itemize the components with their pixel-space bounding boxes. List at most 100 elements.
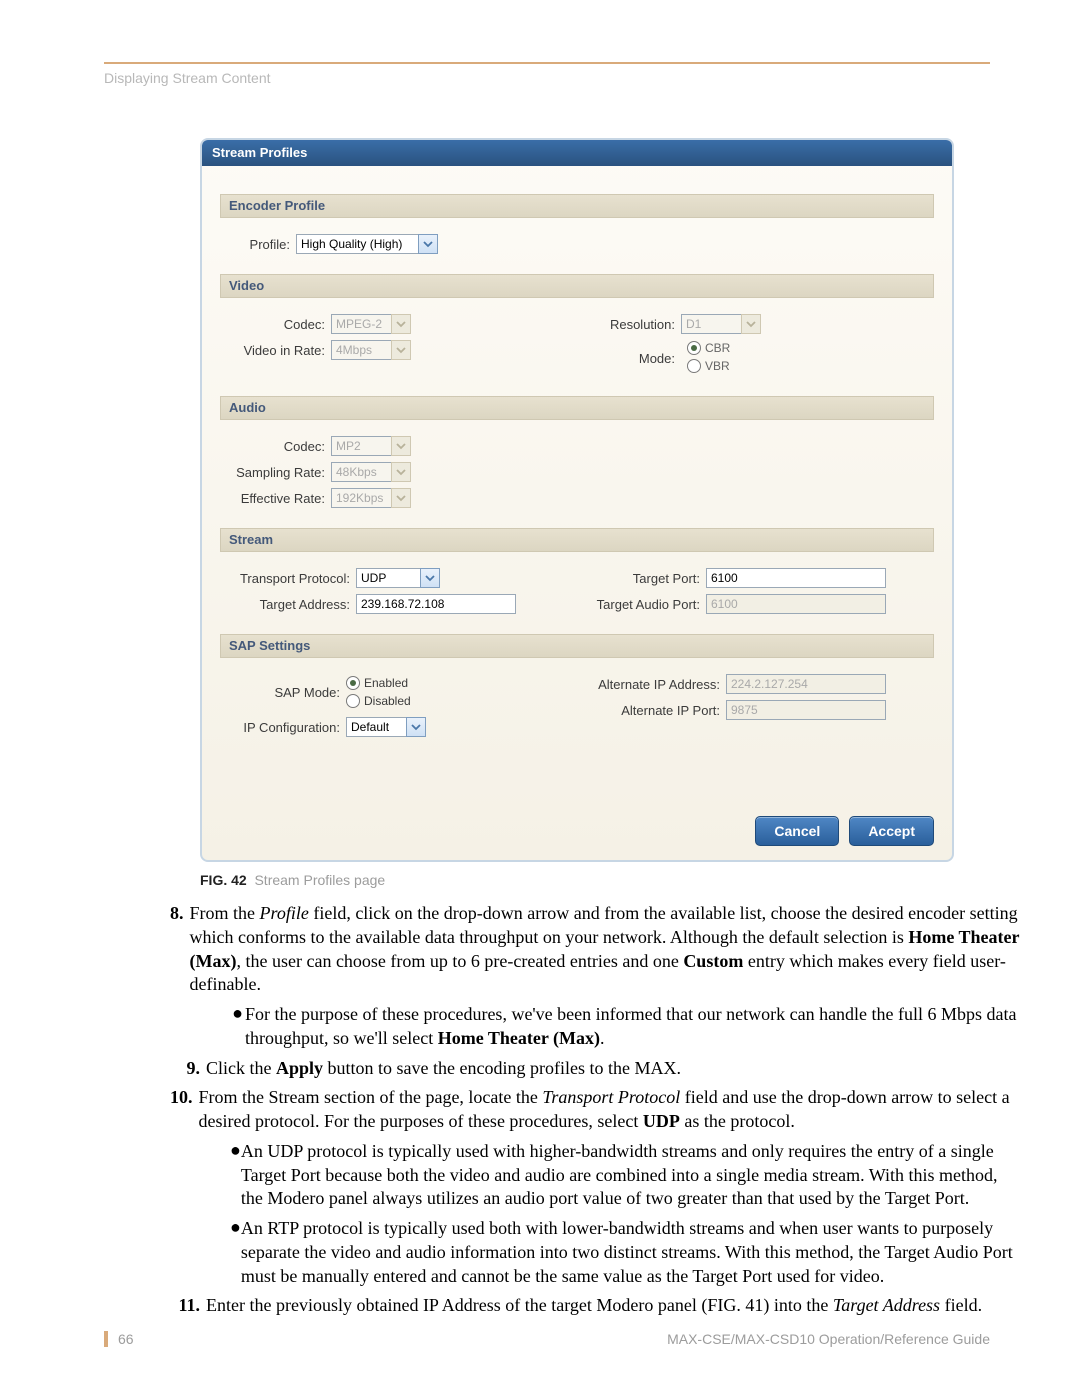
profile-dropdown[interactable] [296,234,438,254]
audio-codec-dropdown[interactable] [331,436,411,456]
bullet-text: An UDP protocol is typically used with h… [241,1140,1020,1211]
protocol-value[interactable] [356,568,420,588]
mode-vbr-radio[interactable]: VBR [687,359,730,373]
altport-label: Alternate IP Port: [580,703,726,718]
sap-enabled-label: Enabled [364,676,408,690]
audio-codec-label: Codec: [230,439,331,454]
altport-field [726,700,886,720]
chevron-down-icon [391,340,411,360]
video-rate-label: Video in Rate: [230,343,331,358]
video-rate-dropdown[interactable] [331,340,411,360]
bullet-text: For the purpose of these procedures, we'… [245,1003,1020,1051]
step-number: 8. [170,902,190,997]
target-port-value[interactable] [706,568,886,588]
target-audio-value [706,594,886,614]
chevron-down-icon[interactable] [420,568,440,588]
chevron-down-icon [391,462,411,482]
ipconf-dropdown[interactable] [346,717,426,737]
resolution-value [681,314,741,334]
chevron-down-icon[interactable] [418,234,438,254]
sampling-value [331,462,391,482]
chevron-down-icon [391,314,411,334]
target-port-label: Target Port: [580,571,706,586]
stream-heading: Stream [220,528,934,552]
video-codec-label: Codec: [230,317,331,332]
bullet-item: ●An UDP protocol is typically used with … [230,1140,1020,1211]
stream-profiles-panel: Stream Profiles Encoder Profile Profile:… [200,138,954,862]
audio-codec-value [331,436,391,456]
altip-field [726,674,886,694]
bullet-icon: ● [230,1140,241,1211]
mode-cbr-label: CBR [705,341,730,355]
effective-value [331,488,391,508]
guide-title: MAX-CSE/MAX-CSD10 Operation/Reference Gu… [667,1331,990,1347]
step-text: From the Stream section of the page, loc… [199,1086,1021,1134]
figure-caption: FIG. 42 Stream Profiles page [200,872,990,888]
effective-label: Effective Rate: [230,491,331,506]
figure-number: FIG. 42 [200,872,247,888]
chevron-down-icon [391,488,411,508]
protocol-label: Transport Protocol: [230,571,356,586]
panel-title: Stream Profiles [202,140,952,166]
mode-cbr-radio[interactable]: CBR [687,341,730,355]
mode-label: Mode: [580,351,681,366]
audio-heading: Audio [220,396,934,420]
page-number: 66 [104,1331,134,1347]
step-10: 10. From the Stream section of the page,… [170,1086,1020,1134]
ipconf-label: IP Configuration: [230,720,346,735]
resolution-label: Resolution: [580,317,681,332]
protocol-dropdown[interactable] [356,568,440,588]
cancel-button[interactable]: Cancel [755,816,839,846]
video-codec-dropdown[interactable] [331,314,411,334]
bullet-item: ●For the purpose of these procedures, we… [230,1003,1020,1051]
video-rate-value [331,340,391,360]
target-audio-label: Target Audio Port: [580,597,706,612]
document-body: 8. From the Profile field, click on the … [200,902,1020,1318]
bullet-icon: ● [230,1217,241,1288]
figure-caption-text: Stream Profiles page [254,872,385,888]
altip-value [726,674,886,694]
resolution-dropdown[interactable] [681,314,761,334]
page-footer: 66 MAX-CSE/MAX-CSD10 Operation/Reference… [104,1331,990,1347]
step-text: Enter the previously obtained IP Address… [206,1294,982,1318]
bullet-item: ●An RTP protocol is typically used both … [230,1217,1020,1288]
bullet-text: An RTP protocol is typically used both w… [241,1217,1020,1288]
video-codec-value [331,314,391,334]
step-11: 11. Enter the previously obtained IP Add… [170,1294,1020,1318]
sampling-dropdown[interactable] [331,462,411,482]
effective-dropdown[interactable] [331,488,411,508]
address-value[interactable] [356,594,516,614]
sap-mode-label: SAP Mode: [230,685,346,700]
target-port-field[interactable] [706,568,886,588]
sap-disabled-radio[interactable]: Disabled [346,694,411,708]
sap-enabled-radio[interactable]: Enabled [346,676,408,690]
profile-label: Profile: [230,237,296,252]
address-label: Target Address: [230,597,356,612]
step-text: Click the Apply button to save the encod… [206,1057,681,1081]
bullet-icon: ● [230,1003,245,1051]
sampling-label: Sampling Rate: [230,465,331,480]
ipconf-value[interactable] [346,717,406,737]
step-8: 8. From the Profile field, click on the … [170,902,1020,997]
target-audio-field [706,594,886,614]
step-number: 11. [170,1294,206,1318]
step-number: 9. [170,1057,206,1081]
accept-button[interactable]: Accept [849,816,934,846]
mode-vbr-label: VBR [705,359,730,373]
chevron-down-icon[interactable] [406,717,426,737]
sap-disabled-label: Disabled [364,694,411,708]
chevron-down-icon [391,436,411,456]
section-header: Displaying Stream Content [104,70,990,86]
encoder-heading: Encoder Profile [220,194,934,218]
step-9: 9. Click the Apply button to save the en… [170,1057,1020,1081]
address-field[interactable] [356,594,516,614]
chevron-down-icon [741,314,761,334]
step-text: From the Profile field, click on the dro… [190,902,1021,997]
sap-heading: SAP Settings [220,634,934,658]
profile-value[interactable] [296,234,418,254]
altport-value [726,700,886,720]
altip-label: Alternate IP Address: [580,677,726,692]
top-rule [104,62,990,64]
video-heading: Video [220,274,934,298]
step-number: 10. [170,1086,199,1134]
